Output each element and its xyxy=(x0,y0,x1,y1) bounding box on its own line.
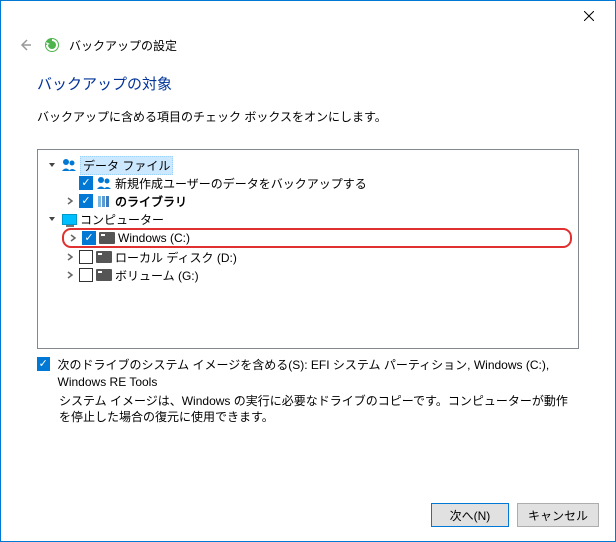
tree-node-local-disk-d[interactable]: ローカル ディスク (D:) xyxy=(62,248,572,266)
tree-label: データ ファイル xyxy=(80,156,173,175)
tree-label: ローカル ディスク (D:) xyxy=(115,249,237,266)
chevron-right-icon[interactable] xyxy=(64,269,76,281)
checkbox[interactable] xyxy=(82,231,96,245)
people-icon xyxy=(96,175,112,191)
tree-node-computer[interactable]: コンピューター xyxy=(44,210,572,228)
system-image-label: 次のドライブのシステム イメージを含める(S): EFI システム パーティショ… xyxy=(58,357,579,391)
next-button[interactable]: 次へ(N) xyxy=(431,503,509,527)
chevron-down-icon[interactable] xyxy=(46,159,58,171)
button-bar: 次へ(N) キャンセル xyxy=(431,503,599,527)
window-title: バックアップの設定 xyxy=(69,37,177,54)
tree-label: ボリューム (G:) xyxy=(115,267,199,284)
tree-node-data-files[interactable]: データ ファイル xyxy=(44,156,572,174)
chevron-right-icon[interactable] xyxy=(67,232,79,244)
chevron-down-icon[interactable] xyxy=(46,213,58,225)
drive-icon xyxy=(96,249,112,265)
header: バックアップの設定 xyxy=(1,31,615,65)
drive-icon xyxy=(96,267,112,283)
people-icon xyxy=(61,157,77,173)
tree-label: Windows (C:) xyxy=(118,231,190,245)
tree-label: 新規作成ユーザーのデータをバックアップする xyxy=(115,175,367,192)
back-button[interactable] xyxy=(15,35,35,55)
system-image-help: システム イメージは、Windows の実行に必要なドライブのコピーです。コンピ… xyxy=(59,393,579,427)
chevron-right-icon[interactable] xyxy=(64,195,76,207)
chevron-right-icon[interactable] xyxy=(64,251,76,263)
checkbox[interactable] xyxy=(79,268,93,282)
tree-label: のライブラリ xyxy=(115,193,187,210)
back-arrow-icon xyxy=(17,37,33,53)
tree-node-library[interactable]: のライブラリ xyxy=(62,192,572,210)
tree-label: コンピューター xyxy=(80,211,164,228)
cancel-button[interactable]: キャンセル xyxy=(517,503,599,527)
system-image-checkbox[interactable] xyxy=(37,357,50,371)
page-subtext: バックアップに含める項目のチェック ボックスをオンにします。 xyxy=(37,108,579,125)
tree-node-windows-c[interactable]: Windows (C:) xyxy=(62,228,572,248)
checkbox[interactable] xyxy=(79,250,93,264)
computer-icon xyxy=(61,211,77,227)
checkbox[interactable] xyxy=(79,194,93,208)
close-button[interactable] xyxy=(567,2,611,30)
library-icon xyxy=(96,193,112,209)
drive-icon xyxy=(99,230,115,246)
page-heading: バックアップの対象 xyxy=(37,73,579,94)
backup-app-icon xyxy=(43,36,61,54)
tree-node-volume-g[interactable]: ボリューム (G:) xyxy=(62,266,572,284)
system-image-option: 次のドライブのシステム イメージを含める(S): EFI システム パーティショ… xyxy=(37,357,579,391)
backup-items-tree[interactable]: データ ファイル 新規作成ユーザーのデータをバックアップする xyxy=(37,149,579,349)
title-bar xyxy=(1,1,615,31)
tree-node-new-user-data[interactable]: 新規作成ユーザーのデータをバックアップする xyxy=(62,174,572,192)
close-icon xyxy=(584,11,594,21)
content-area: バックアップの対象 バックアップに含める項目のチェック ボックスをオンにします。… xyxy=(1,65,615,426)
checkbox[interactable] xyxy=(79,176,93,190)
